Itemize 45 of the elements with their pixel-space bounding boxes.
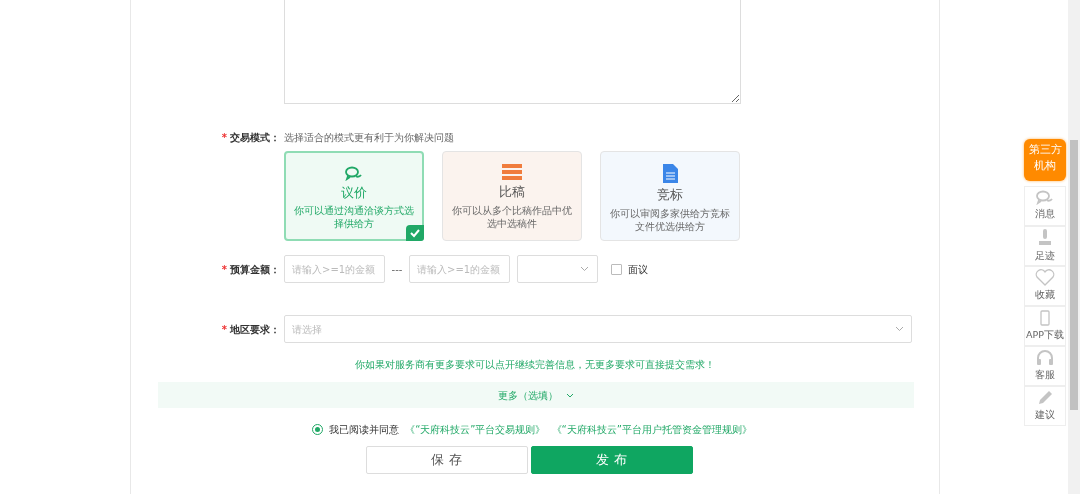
- side-item[interactable]: APP下载: [1024, 306, 1066, 346]
- field-label: 地区要求：: [230, 322, 280, 337]
- save-button[interactable]: 保 存: [365, 446, 528, 474]
- field-label: 交易模式：: [230, 131, 280, 145]
- side-item[interactable]: 建议: [1024, 386, 1066, 426]
- card-description: 你可以通过沟通洽谈方式选择供给方: [293, 204, 415, 230]
- unit-select[interactable]: [517, 255, 598, 283]
- description-field[interactable]: [284, 0, 741, 104]
- mode-card[interactable]: 比稿 你可以从多个比稿作品中优选中选稿件: [442, 151, 582, 241]
- document-icon: [662, 164, 678, 183]
- rules-link[interactable]: 《“天府科技云”平台交易规则》: [405, 422, 546, 437]
- card-title: 竞标: [656, 186, 684, 204]
- phone-icon: [1040, 309, 1050, 326]
- headset-icon: [1036, 349, 1054, 366]
- notice-text: 你如果对服务商有更多要求可以点开继续完善信息，无更多要求可直接提交需求！: [354, 358, 716, 372]
- range-separator: ---: [390, 262, 404, 277]
- placeholder-text: 请选择: [292, 322, 322, 337]
- side-item[interactable]: 客服: [1024, 346, 1066, 386]
- pencil-icon: [1037, 389, 1053, 406]
- heart-icon: [1035, 269, 1055, 287]
- field-label: 预算金额：: [230, 262, 280, 277]
- card-description: 你可以审阅多家供给方竞标文件优选供给方: [609, 206, 731, 233]
- side-item[interactable]: 消息: [1024, 186, 1066, 226]
- scrollbar-thumb[interactable]: [1070, 140, 1078, 410]
- side-item[interactable]: 收藏: [1024, 266, 1066, 306]
- hint-text: 选择适合的模式更有利于为你解决问题: [284, 131, 454, 145]
- chat-icon: [1036, 190, 1054, 206]
- chat-icon: [345, 165, 363, 181]
- checkbox[interactable]: [611, 263, 622, 275]
- card-title: 议价: [340, 183, 368, 202]
- checkbox-label: 面议: [628, 262, 648, 277]
- mode-card[interactable]: 竞标 你可以审阅多家供给方竞标文件优选供给方: [600, 151, 740, 241]
- card-title: 比稿: [498, 183, 526, 201]
- side-item[interactable]: 足迹: [1024, 226, 1066, 266]
- rules-link[interactable]: 《“天府科技云”平台用户托管资金管理规则》: [551, 422, 752, 437]
- required-mark: *: [221, 262, 227, 277]
- card-description: 你可以从多个比稿作品中优选中选稿件: [451, 203, 573, 230]
- chevron-down-icon: [895, 324, 904, 334]
- required-mark: *: [221, 131, 227, 145]
- chevron-down-icon: [580, 266, 589, 272]
- stacked-bars-icon: [502, 164, 522, 180]
- check-icon: [406, 225, 424, 241]
- agreement-text: 我已阅读并同意: [329, 423, 400, 437]
- required-mark: *: [221, 322, 227, 337]
- stamp-icon: [1038, 228, 1052, 247]
